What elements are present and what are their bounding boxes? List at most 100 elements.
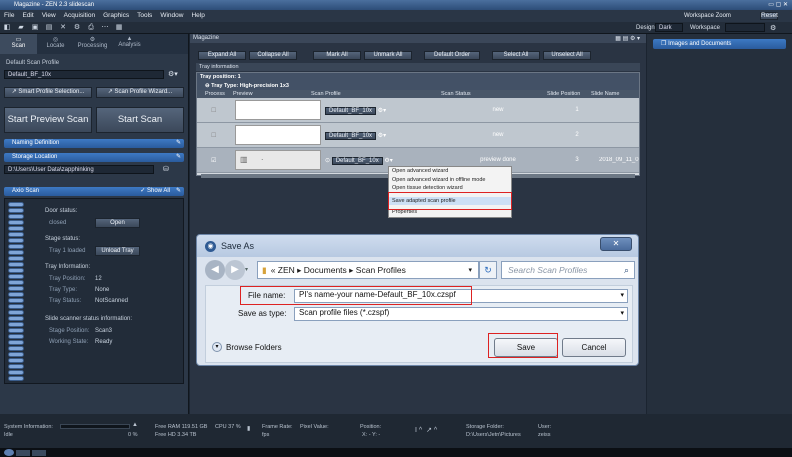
show-all-toggle[interactable]: ✓ Show All (140, 187, 170, 196)
address-bar: ◀ ▶ ▾ ▮ « ZEN ▸ Documents ▸ Scan Profile… (205, 259, 635, 281)
workspace-dropdown[interactable] (725, 23, 765, 32)
menu-edit[interactable]: Edit (18, 10, 37, 22)
storage-location-bar[interactable]: Storage Location ✎ (4, 153, 184, 162)
collapse-status-icon[interactable]: ▲ (132, 422, 138, 428)
unmark-all-button[interactable]: Unmark All (364, 51, 412, 60)
menu-open-advanced-wizard-offline[interactable]: Open advanced wizard in offline mode (389, 176, 511, 185)
design-dropdown[interactable]: Dark (655, 23, 683, 32)
process-checkbox[interactable]: ☐ (197, 107, 235, 114)
print-icon[interactable]: ⎙ (84, 23, 98, 33)
menu-file[interactable]: File (0, 10, 18, 22)
search-icon[interactable]: ⌕ (624, 265, 629, 276)
save-type-dropdown-icon[interactable]: ▾ (620, 309, 624, 317)
settings-icon[interactable]: ⚙ (70, 23, 84, 33)
edit-icon[interactable]: ✎ (176, 153, 181, 162)
tab-analysis[interactable]: ▲ Analysis (111, 34, 148, 54)
back-icon[interactable]: ◀ (205, 260, 225, 280)
collapse-all-button[interactable]: Collapse All (249, 51, 297, 60)
scan-profile-cell[interactable]: Default_BF_10x ⚙▾ (325, 131, 441, 140)
crumb-zen[interactable]: ZEN (278, 265, 295, 275)
process-checkbox[interactable]: ☑ (197, 157, 235, 164)
open-icon[interactable]: ▰ (14, 23, 28, 33)
taskbar-app-icon[interactable] (32, 449, 46, 456)
stage-status-value: Tray 1 loaded (49, 248, 86, 254)
stage-position-label: Stage Position: (49, 328, 90, 334)
working-state-value: Ready (95, 339, 113, 345)
dialog-close-button[interactable]: ✕ (600, 237, 632, 251)
save-type-dropdown[interactable]: Scan profile files (*.czspf) (294, 307, 628, 321)
new-icon[interactable]: ◧ (0, 23, 14, 33)
scan-profile-cell[interactable]: Default_BF_10x ⚙▾ (325, 106, 441, 115)
collapse-icon[interactable]: ⊖ (205, 83, 210, 89)
storage-path-dropdown[interactable]: D:\Users\User Data\zapphinking (4, 165, 154, 174)
refresh-icon[interactable]: ↻ (479, 261, 497, 279)
scan-profile-dropdown[interactable]: Default_BF_10x (4, 70, 164, 79)
tab-locate[interactable]: ◎ Locate (37, 34, 74, 54)
naming-definition-bar[interactable]: Naming Definition ✎ (4, 139, 184, 148)
select-all-button[interactable]: Select All (492, 51, 540, 60)
breadcrumb[interactable]: ▮ « ZEN ▸ Documents ▸ Scan Profiles ▾ (257, 261, 479, 279)
browse-folders-toggle[interactable]: ▾ Browse Folders (212, 342, 282, 352)
menu-graphics[interactable]: Graphics (99, 10, 133, 22)
left-tabs: ▭ Scan ◎ Locate ⚙ Processing ▲ Analysis (0, 34, 188, 54)
gear-icon[interactable]: ⚙ (770, 24, 776, 32)
layout-icon[interactable]: ▦ (112, 23, 126, 33)
file-name-dropdown-icon[interactable]: ▾ (620, 291, 624, 299)
save-icon[interactable]: ▣ (28, 23, 42, 33)
edit-icon[interactable]: ✎ (176, 139, 181, 148)
taskbar (0, 448, 792, 457)
profile-options-icon[interactable]: ⚙▾ (168, 70, 178, 78)
crumb-scan-profiles[interactable]: Scan Profiles (356, 265, 406, 275)
forward-icon[interactable]: ▶ (225, 260, 245, 280)
images-documents-bar[interactable]: ❐ Images and Documents (653, 39, 786, 49)
close-icon[interactable]: ✕ (56, 23, 70, 33)
path-dropdown-icon[interactable]: ▾ (468, 266, 472, 274)
tab-processing[interactable]: ⚙ Processing (74, 34, 111, 54)
menu-view[interactable]: View (38, 10, 60, 22)
history-dropdown-icon[interactable]: ▾ (245, 266, 248, 273)
cancel-button[interactable]: Cancel (562, 338, 626, 357)
expand-all-button[interactable]: Expand All (198, 51, 246, 60)
user-value: zeiss (538, 432, 551, 438)
table-row[interactable]: ☐ Default_BF_10x ⚙▾ new 1 (197, 98, 639, 123)
taskbar-app-icon[interactable] (16, 449, 30, 456)
menu-acquisition[interactable]: Acquisition (60, 10, 99, 22)
locate-icon: ◎ (52, 37, 59, 43)
search-input[interactable]: Search Scan Profiles ⌕ (501, 261, 635, 279)
start-preview-scan-button[interactable]: Start Preview Scan (4, 107, 92, 133)
scan-profile-wizard-button[interactable]: ↗ Scan Profile Wizard... (96, 87, 184, 98)
app-icon: ◉ (205, 240, 216, 252)
unselect-all-button[interactable]: Unselect All (543, 51, 591, 60)
view-icons[interactable]: ▦ ▤ ⚙ ▾ (615, 35, 640, 42)
menu-help[interactable]: Help (187, 10, 208, 22)
menu-open-advanced-wizard[interactable]: Open advanced wizard (389, 167, 511, 176)
menu-window[interactable]: Window (156, 10, 187, 22)
more-icon[interactable]: ⋯ (98, 23, 112, 33)
reset-button[interactable]: Reset (760, 12, 778, 20)
pointer-tool-icons[interactable]: I ^ ↗ ^ (415, 426, 437, 434)
default-order-button[interactable]: Default Order (424, 51, 480, 60)
table-row[interactable]: ☐ Default_BF_10x ⚙▾ new 2 (197, 123, 639, 148)
position-label: Position: (360, 424, 382, 430)
smart-profile-button[interactable]: ↗ Smart Profile Selection... (4, 87, 92, 98)
open-door-button[interactable]: Open (95, 218, 140, 228)
start-scan-button[interactable]: Start Scan (96, 107, 184, 133)
tray-status-label: Tray Status: (49, 298, 82, 304)
unload-tray-button[interactable]: Unload Tray (95, 246, 140, 256)
tab-scan[interactable]: ▭ Scan (0, 34, 37, 54)
start-icon[interactable] (4, 449, 14, 456)
axio-scan-bar[interactable]: Axio Scan ✓ Show All ✎ (4, 187, 184, 196)
folder-icon[interactable]: ⛁ (163, 165, 169, 173)
col-process: Process (205, 91, 225, 97)
mark-all-button[interactable]: Mark All (313, 51, 361, 60)
menu-bar: File Edit View Acquisition Graphics Tool… (0, 10, 792, 22)
tray-position-header: Tray position: 1 (197, 73, 639, 82)
crumb-documents[interactable]: Documents (304, 265, 347, 275)
scan-profile-cell[interactable]: ⊙ Default_BF_10x ⚙▾ (325, 156, 441, 165)
save-all-icon[interactable]: ▤ (42, 23, 56, 33)
edit-icon[interactable]: ✎ (176, 187, 181, 196)
dialog-title: Save As (221, 241, 255, 251)
menu-tools[interactable]: Tools (133, 10, 156, 22)
window-controls[interactable]: ▭ ▢ ✕ (768, 0, 788, 10)
process-checkbox[interactable]: ☐ (197, 132, 235, 139)
